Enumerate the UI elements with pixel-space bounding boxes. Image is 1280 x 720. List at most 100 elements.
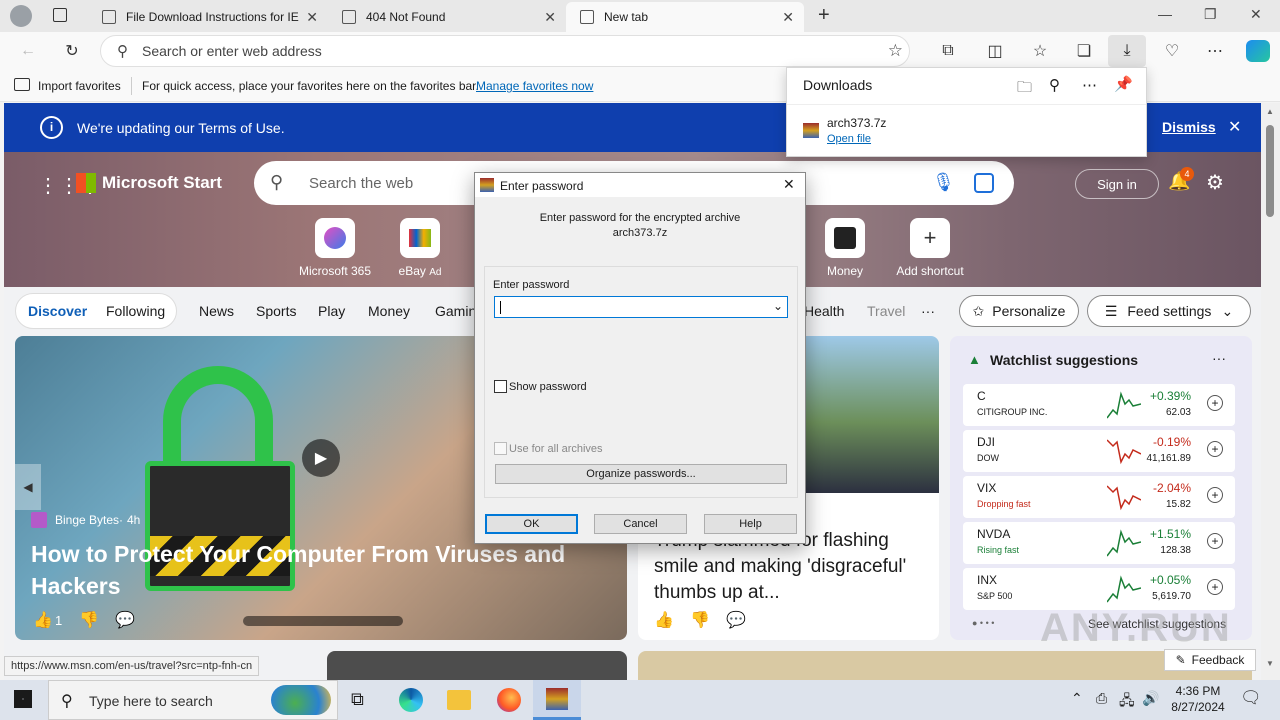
web-search-input[interactable]: Search the web [309, 175, 413, 192]
page-scrollbar[interactable]: ▲ ▼ [1261, 103, 1280, 680]
firefox-icon[interactable] [497, 688, 521, 712]
notification-center-icon[interactable]: 🗨 [1240, 688, 1262, 708]
dialog-close-icon[interactable]: ✕ [783, 176, 795, 193]
restore-icon[interactable]: ❐ [1204, 6, 1217, 23]
comment-icon[interactable]: 💬 [726, 610, 746, 630]
dislike-icon[interactable]: 👎 [690, 610, 710, 630]
chevron-down-icon[interactable]: ⌄ [773, 299, 783, 313]
tab-file-download[interactable]: File Download Instructions for IE ✕ [88, 2, 328, 32]
edge-taskbar-icon[interactable] [399, 688, 423, 712]
tab-404[interactable]: 404 Not Found ✕ [328, 2, 566, 32]
nav-news[interactable]: News [199, 303, 234, 319]
import-favorites-button[interactable]: Import favorites [38, 79, 121, 93]
cancel-button[interactable]: Cancel [594, 514, 687, 534]
copilot-icon[interactable] [1246, 40, 1270, 62]
nav-travel[interactable]: Travel [867, 303, 905, 319]
scroll-up-icon[interactable]: ▲ [1266, 107, 1274, 116]
checkbox-box[interactable] [494, 380, 507, 393]
tab-discover[interactable]: Discover [28, 303, 87, 319]
winrar-taskbar-button[interactable] [533, 680, 581, 720]
close-tab-icon[interactable]: ✕ [782, 9, 794, 26]
new-tab-button[interactable]: + [818, 4, 830, 27]
task-view-icon[interactable]: ⧉ [351, 689, 364, 710]
carousel-dots[interactable] [243, 616, 403, 626]
pin-icon[interactable]: 📌 [1114, 75, 1133, 93]
feature-headline[interactable]: How to Protect Your Computer From Viruse… [31, 538, 591, 602]
close-banner-icon[interactable]: ✕ [1228, 117, 1241, 137]
dislike-icon[interactable]: 👎 [79, 610, 99, 630]
add-to-watchlist-icon[interactable]: + [1207, 533, 1223, 549]
page-settings-icon[interactable]: ⚙ [1206, 170, 1224, 195]
watchlist-more[interactable]: ··· [1212, 350, 1226, 366]
scroll-thumb[interactable] [1266, 125, 1274, 217]
address-input[interactable]: Search or enter web address [142, 43, 322, 59]
carousel-prev-button[interactable]: ◀ [15, 464, 41, 510]
tab-new-tab[interactable]: New tab ✕ [566, 2, 804, 32]
story-card-bottom-right[interactable] [638, 651, 1252, 680]
search-downloads-icon[interactable]: ⚲ [1049, 76, 1060, 94]
like-icon[interactable]: 👍 [33, 610, 53, 630]
split-screen-icon[interactable]: ◫ [985, 41, 1005, 61]
story-card-bottom-left[interactable] [327, 651, 627, 680]
performance-icon[interactable]: ♡ [1162, 41, 1182, 61]
visual-search-icon[interactable] [974, 173, 994, 193]
file-explorer-icon[interactable] [447, 690, 471, 710]
personalize-button[interactable]: ✩ Personalize [959, 295, 1079, 327]
nav-sports[interactable]: Sports [256, 303, 296, 319]
microphone-icon[interactable]: 🎙 [932, 172, 955, 193]
nav-gaming[interactable]: Gamin [435, 303, 476, 319]
close-window-icon[interactable]: ✕ [1250, 6, 1262, 23]
collections-icon[interactable]: ❏ [1074, 41, 1094, 61]
tab-following[interactable]: Following [106, 303, 165, 319]
nav-money[interactable]: Money [368, 303, 410, 319]
open-folder-icon[interactable]: 🗀 [1017, 77, 1032, 102]
taskbar-search[interactable]: ⚲ Type here to search [48, 680, 338, 720]
add-to-watchlist-icon[interactable]: + [1207, 579, 1223, 595]
start-button[interactable] [14, 690, 32, 708]
volume-icon[interactable]: 🔊 [1142, 690, 1159, 707]
open-file-link[interactable]: Open file [827, 133, 871, 145]
favorite-star-icon[interactable]: ☆ [888, 41, 903, 61]
minimize-icon[interactable]: — [1158, 6, 1172, 22]
watchlist-row[interactable]: C CITIGROUP INC. +0.39% 62.03 + [963, 384, 1235, 426]
extensions-icon[interactable]: ⧉ [938, 41, 958, 61]
watchlist-row[interactable]: INX S&P 500 +0.05% 5,619.70 + [963, 568, 1235, 610]
help-button[interactable]: Help [704, 514, 797, 534]
network-icon[interactable]: 🖧 [1119, 690, 1135, 714]
scroll-down-icon[interactable]: ▼ [1266, 659, 1274, 668]
settings-more-icon[interactable]: ⋯ [1205, 41, 1225, 61]
refresh-icon[interactable]: ↻ [62, 41, 82, 61]
more-options-icon[interactable]: ⋯ [1082, 76, 1097, 94]
tab-actions-icon[interactable] [53, 8, 67, 22]
watchlist-row[interactable]: NVDA Rising fast +1.51% 128.38 + [963, 522, 1235, 564]
quicklink-ebay[interactable]: eBay Ad [380, 218, 460, 278]
play-video-icon[interactable]: ▶ [302, 439, 340, 477]
manage-favorites-link[interactable]: Manage favorites now [476, 79, 593, 93]
quicklink-add-shortcut[interactable]: + Add shortcut [890, 218, 970, 278]
sign-in-button[interactable]: Sign in [1075, 169, 1159, 199]
feedback-button[interactable]: ✎ Feedback [1164, 649, 1256, 671]
watchlist-row[interactable]: DJI DOW -0.19% 41,161.89 + [963, 430, 1235, 472]
organize-passwords-button[interactable]: Organize passwords... [495, 464, 787, 484]
favorites-icon[interactable]: ☆ [1030, 41, 1050, 61]
nav-more[interactable]: ··· [921, 303, 935, 319]
close-tab-icon[interactable]: ✕ [544, 9, 556, 26]
downloads-button[interactable]: ⤓ [1108, 35, 1146, 67]
download-row[interactable]: arch373.7z Open file [787, 104, 1146, 157]
dialog-titlebar[interactable]: Enter password ✕ [475, 173, 805, 197]
watchlist-row[interactable]: VIX Dropping fast -2.04% 15.82 + [963, 476, 1235, 518]
add-to-watchlist-icon[interactable]: + [1207, 395, 1223, 411]
dismiss-link[interactable]: Dismiss [1162, 119, 1216, 135]
quicklink-money[interactable]: Money [805, 218, 885, 278]
taskbar-search-input[interactable]: Type here to search [89, 693, 213, 709]
tray-device-icon[interactable]: ⎙ [1096, 690, 1107, 707]
add-to-watchlist-icon[interactable]: + [1207, 441, 1223, 457]
password-input[interactable]: ⌄ [494, 296, 788, 318]
nav-health[interactable]: Health [804, 303, 844, 319]
back-icon[interactable]: ← [18, 41, 38, 61]
ok-button[interactable]: OK [485, 514, 578, 534]
close-tab-icon[interactable]: ✕ [306, 9, 318, 26]
nav-play[interactable]: Play [318, 303, 345, 319]
address-bar[interactable]: ⚲ Search or enter web address ☆ [100, 35, 910, 67]
like-icon[interactable]: 👍 [654, 610, 674, 630]
